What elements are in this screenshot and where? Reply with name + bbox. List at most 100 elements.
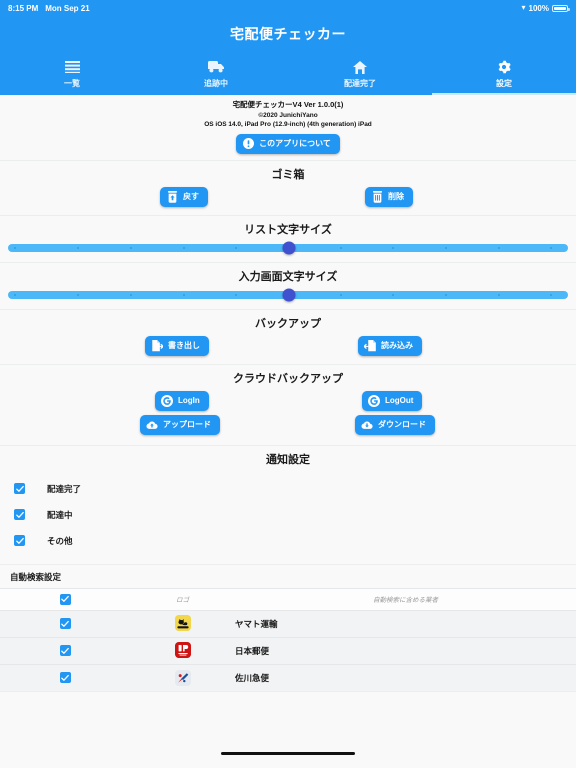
cloud-auth-row: LogIn LogOut bbox=[0, 389, 576, 415]
row-logo-cell bbox=[130, 637, 235, 664]
cloud-upload-icon bbox=[146, 419, 158, 431]
info-icon bbox=[242, 138, 254, 150]
gear-icon bbox=[497, 60, 511, 75]
file-export-icon bbox=[151, 339, 163, 352]
select-all-cell[interactable] bbox=[0, 588, 130, 610]
list-font-size-slider[interactable] bbox=[8, 241, 568, 255]
tab-tracking[interactable]: 追跡中 bbox=[144, 53, 288, 95]
auto-search-section-title: 自動検索設定 bbox=[10, 571, 62, 582]
login-button-label: LogIn bbox=[178, 395, 200, 405]
row-logo-cell bbox=[130, 664, 235, 691]
row-checkbox-cell[interactable] bbox=[0, 664, 130, 691]
file-import-icon bbox=[364, 339, 376, 352]
carrier-name: 日本郵便 bbox=[235, 645, 270, 656]
import-button-label: 読み込み bbox=[381, 340, 413, 350]
restore-button[interactable]: 戻す bbox=[160, 186, 208, 207]
download-button-label: ダウンロード bbox=[378, 419, 426, 429]
home-indicator[interactable] bbox=[221, 751, 355, 755]
checkbox-checked-icon[interactable] bbox=[59, 672, 71, 684]
google-g-icon bbox=[368, 394, 380, 407]
logout-button-label: LogOut bbox=[385, 395, 414, 405]
table-header-row: ロゴ 自動検索に含める業者 bbox=[0, 588, 576, 611]
cloud-backup-section: クラウドバックアップ LogIn LogOut アップロード ダウンロード bbox=[0, 364, 576, 446]
backup-buttons-row: 書き出し 読み込み bbox=[0, 334, 576, 364]
delete-button[interactable]: 削除 bbox=[365, 186, 413, 207]
tab-bar: 一覧 追跡中 配達完了 設定 bbox=[0, 53, 576, 95]
cloud-download-icon bbox=[361, 419, 373, 431]
table-row[interactable]: 日本郵便 bbox=[0, 637, 576, 665]
list-font-size-slider-knob[interactable] bbox=[282, 241, 296, 255]
home-icon bbox=[353, 60, 367, 75]
cloud-transfer-row: アップロード ダウンロード bbox=[0, 414, 576, 445]
ipad-screen: 8:15 PM Mon Sep 21 ▾ 100% 宅配便チェッカー 一覧 追跡… bbox=[0, 0, 576, 768]
backup-section-title: バックアップ bbox=[255, 317, 321, 330]
input-font-size-slider-knob[interactable] bbox=[282, 288, 296, 302]
battery-full-icon bbox=[552, 4, 570, 12]
notification-section-title: 通知設定 bbox=[266, 453, 310, 466]
sagawa-logo bbox=[174, 669, 191, 686]
status-bar-right: ▾ 100% bbox=[521, 3, 570, 13]
column-header-logo: ロゴ bbox=[176, 597, 189, 605]
download-button[interactable]: ダウンロード bbox=[355, 414, 435, 435]
upload-button[interactable]: アップロード bbox=[140, 414, 220, 435]
input-font-size-slider[interactable] bbox=[8, 288, 568, 302]
status-time: 8:15 PM bbox=[8, 3, 39, 13]
tab-settings-label: 設定 bbox=[496, 78, 512, 88]
notification-option-other-label: その他 bbox=[47, 535, 73, 546]
restore-trash-icon bbox=[166, 190, 178, 203]
about-version: 宅配便チェッカーV4 Ver 1.0.0(1) bbox=[232, 100, 344, 109]
import-button[interactable]: 読み込み bbox=[358, 335, 422, 356]
wifi-icon: ▾ bbox=[521, 3, 526, 12]
column-header-carrier: 自動検索に含める業者 bbox=[373, 597, 438, 605]
cloud-backup-section-title: クラウドバックアップ bbox=[233, 372, 343, 385]
checkbox-checked-icon[interactable] bbox=[59, 618, 71, 630]
checkbox-checked-icon[interactable] bbox=[59, 645, 71, 657]
about-block: 宅配便チェッカーV4 Ver 1.0.0(1) ©2020 JunichiYan… bbox=[0, 95, 576, 160]
notification-option-delivered[interactable]: 配達完了 bbox=[0, 476, 576, 502]
logout-button[interactable]: LogOut bbox=[362, 390, 423, 411]
export-button-label: 書き出し bbox=[168, 340, 200, 350]
checkbox-checked-icon[interactable] bbox=[14, 509, 25, 521]
app-header: 宅配便チェッカー 一覧 追跡中 配達完了 設定 bbox=[0, 16, 576, 95]
input-font-size-section: 入力画面文字サイズ bbox=[0, 262, 576, 310]
list-font-size-title: リスト文字サイズ bbox=[244, 223, 332, 236]
settings-content: 宅配便チェッカーV4 Ver 1.0.0(1) ©2020 JunichiYan… bbox=[0, 95, 576, 738]
row-checkbox-cell[interactable] bbox=[0, 637, 130, 664]
yamato-logo bbox=[174, 615, 191, 632]
checkbox-checked-icon[interactable] bbox=[59, 593, 71, 605]
tab-delivered-label: 配達完了 bbox=[344, 78, 376, 88]
auto-search-table: ロゴ 自動検索に含める業者 ヤマト運輸 日本郵便 佐川急便 bbox=[0, 588, 576, 692]
login-button[interactable]: LogIn bbox=[155, 390, 209, 411]
checkbox-checked-icon[interactable] bbox=[14, 483, 25, 495]
table-row[interactable]: 佐川急便 bbox=[0, 664, 576, 692]
tab-delivered[interactable]: 配達完了 bbox=[288, 53, 432, 95]
tab-tracking-label: 追跡中 bbox=[204, 78, 228, 88]
table-row[interactable]: ヤマト運輸 bbox=[0, 610, 576, 638]
list-icon bbox=[64, 60, 80, 75]
about-section: 宅配便チェッカーV4 Ver 1.0.0(1) ©2020 JunichiYan… bbox=[0, 95, 576, 161]
input-font-size-title: 入力画面文字サイズ bbox=[238, 270, 338, 283]
export-button[interactable]: 書き出し bbox=[145, 335, 209, 356]
tab-list[interactable]: 一覧 bbox=[0, 53, 144, 95]
battery-percent-label: 100% bbox=[528, 3, 549, 13]
notification-options: 配達完了 配達中 その他 bbox=[0, 470, 576, 564]
about-app-button[interactable]: このアプリについて bbox=[236, 133, 340, 154]
status-date: Mon Sep 21 bbox=[45, 3, 90, 13]
row-logo-cell bbox=[130, 610, 235, 637]
notification-option-other[interactable]: その他 bbox=[0, 528, 576, 554]
checkbox-checked-icon[interactable] bbox=[14, 535, 25, 547]
notification-option-delivered-label: 配達完了 bbox=[47, 483, 82, 494]
google-g-icon bbox=[161, 394, 173, 407]
notification-option-in-transit[interactable]: 配達中 bbox=[0, 502, 576, 528]
delete-button-label: 削除 bbox=[388, 191, 404, 201]
tab-settings[interactable]: 設定 bbox=[432, 53, 576, 95]
row-checkbox-cell[interactable] bbox=[0, 610, 130, 637]
upload-button-label: アップロード bbox=[163, 419, 211, 429]
status-bar-left: 8:15 PM Mon Sep 21 bbox=[8, 4, 90, 13]
trash-section-title: ゴミ箱 bbox=[271, 168, 305, 181]
tab-list-label: 一覧 bbox=[64, 78, 80, 88]
about-device-info: OS iOS 14.0, iPad Pro (12.9-inch) (4th g… bbox=[204, 121, 372, 129]
trash-icon bbox=[371, 190, 383, 203]
carrier-name: 佐川急便 bbox=[235, 672, 270, 683]
trash-section: ゴミ箱 戻す 削除 bbox=[0, 160, 576, 216]
